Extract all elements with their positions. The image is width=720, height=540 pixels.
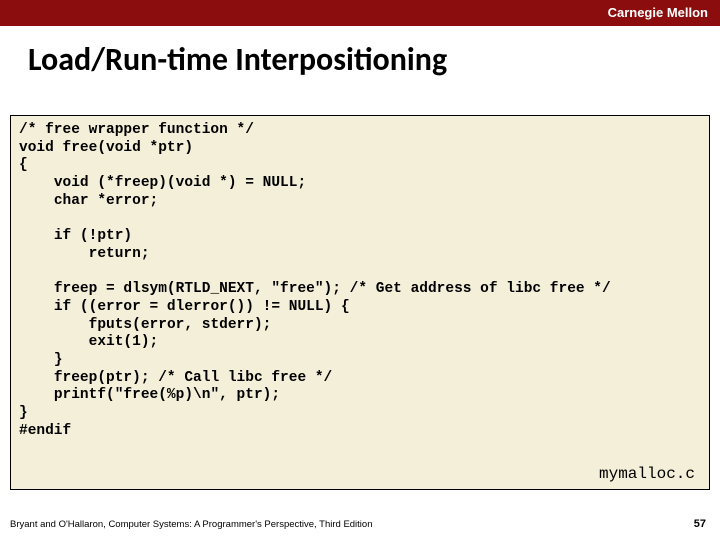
code-box: /* free wrapper function */ void free(vo… bbox=[10, 115, 710, 490]
slide-title: Load/Run-time Interpositioning bbox=[28, 40, 700, 79]
footer-citation: Bryant and O'Hallaron, Computer Systems:… bbox=[10, 519, 373, 530]
header-bar: Carnegie Mellon bbox=[0, 0, 720, 26]
slide: Carnegie Mellon Load/Run-time Interposit… bbox=[0, 0, 720, 540]
filename-label: mymalloc.c bbox=[599, 465, 695, 483]
institution-name: Carnegie Mellon bbox=[608, 5, 708, 20]
page-number: 57 bbox=[694, 518, 706, 530]
code-listing: /* free wrapper function */ void free(vo… bbox=[19, 122, 701, 440]
